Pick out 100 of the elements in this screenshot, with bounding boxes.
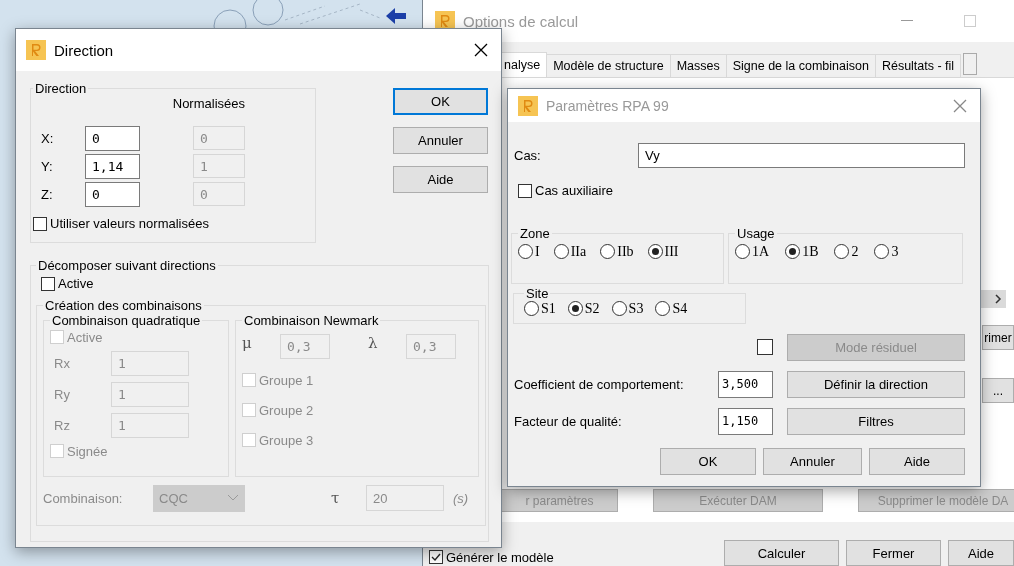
radio-button[interactable] bbox=[735, 244, 750, 259]
tab[interactable]: Résultats - fil bbox=[874, 54, 962, 77]
radio-label: IIb bbox=[617, 243, 634, 260]
dialog-button[interactable]: Définir la direction bbox=[787, 370, 965, 398]
radio-button[interactable] bbox=[647, 244, 663, 259]
value-field[interactable]: 3,500 bbox=[718, 370, 773, 398]
close-icon[interactable] bbox=[473, 42, 489, 58]
group-title: Création des combinaisons bbox=[44, 297, 203, 313]
side-button[interactable]: rimer bbox=[982, 325, 1014, 350]
radio-label: 1B bbox=[802, 243, 819, 260]
checkbox[interactable] bbox=[429, 550, 443, 564]
dialog-button[interactable]: Aide bbox=[393, 166, 488, 193]
dialog-button[interactable]: Annuler bbox=[763, 447, 862, 475]
radio-label: S3 bbox=[628, 300, 644, 317]
radio-label: S2 bbox=[584, 300, 600, 317]
group-title: Zone bbox=[519, 225, 551, 241]
combination-label: Combinaison: bbox=[43, 490, 124, 506]
parameter-symbol: τ bbox=[331, 489, 341, 507]
radio-button[interactable] bbox=[553, 244, 569, 259]
radio-label: S4 bbox=[672, 300, 688, 317]
window-title: Paramètres RPA 99 bbox=[546, 97, 669, 114]
radio-button[interactable] bbox=[611, 301, 627, 316]
dialog-button[interactable]: OK bbox=[660, 447, 756, 475]
radio-label: 2 bbox=[851, 243, 859, 260]
radio-button[interactable] bbox=[567, 301, 583, 316]
minimize-icon[interactable] bbox=[901, 20, 913, 22]
radio-button[interactable] bbox=[834, 244, 850, 259]
parameter-symbol: μ bbox=[242, 333, 253, 352]
chevron-right-icon bbox=[994, 294, 1002, 304]
factor-field: 1 bbox=[111, 381, 189, 407]
checkbox-label: Générer le modèle bbox=[446, 549, 554, 565]
checkbox-label: Active bbox=[67, 329, 103, 345]
input-field[interactable]: 0 bbox=[85, 125, 140, 151]
input-field[interactable]: 0 bbox=[85, 181, 140, 207]
group-title: Combinaison Newmark bbox=[243, 312, 380, 328]
axis-label: X: bbox=[40, 130, 55, 146]
group-title: Combinaison quadratique bbox=[51, 312, 202, 328]
checkbox-label: Groupe 1 bbox=[259, 372, 314, 388]
case-field[interactable]: Vy bbox=[638, 143, 965, 168]
input-field[interactable]: 1,14 bbox=[85, 153, 140, 179]
radio-button[interactable] bbox=[655, 301, 671, 316]
normalized-field: 1 bbox=[193, 154, 245, 178]
dialog-button[interactable]: OK bbox=[393, 88, 488, 115]
parameter-symbol: λ bbox=[368, 333, 379, 352]
group-title: Direction bbox=[34, 81, 88, 96]
factor-label: Rx bbox=[53, 355, 71, 371]
radio-label: I bbox=[535, 243, 540, 260]
parameter-field: 0,3 bbox=[280, 333, 330, 359]
group-title: Usage bbox=[736, 225, 776, 241]
checkbox-label: Active bbox=[58, 276, 94, 291]
normalized-field: 0 bbox=[193, 126, 245, 150]
checkbox-label: Utiliser valeurs normalisées bbox=[50, 216, 209, 231]
factor-field: 1 bbox=[111, 412, 189, 438]
factor-label: Ry bbox=[53, 386, 71, 402]
radio-button[interactable] bbox=[874, 244, 890, 259]
checkbox[interactable] bbox=[41, 276, 55, 291]
action-button[interactable]: Fermer bbox=[846, 540, 941, 566]
radio-button[interactable] bbox=[518, 244, 533, 259]
select-value: CQC bbox=[159, 490, 188, 506]
dialog-button[interactable]: Filtres bbox=[787, 407, 965, 435]
checkbox-label: Groupe 2 bbox=[259, 402, 314, 418]
chevron-down-icon bbox=[227, 494, 239, 502]
field-label: Cas: bbox=[514, 148, 542, 163]
tau-field: 20 bbox=[366, 485, 444, 511]
radio-label: IIa bbox=[570, 243, 587, 260]
dialog-button[interactable]: Annuler bbox=[393, 127, 488, 154]
action-button[interactable]: Aide bbox=[948, 540, 1014, 566]
field-label: Coefficient de comportement: bbox=[514, 376, 685, 392]
checkbox[interactable] bbox=[518, 183, 532, 198]
app-logo-icon bbox=[518, 95, 538, 116]
field-label: Facteur de qualité: bbox=[514, 413, 623, 429]
factor-field: 1 bbox=[111, 350, 189, 376]
radio-label: 1A bbox=[752, 243, 770, 260]
radio-button[interactable] bbox=[524, 301, 539, 316]
window-title: Options de calcul bbox=[463, 12, 579, 30]
checkbox-label: Cas auxiliaire bbox=[535, 183, 614, 198]
action-button[interactable]: Calculer bbox=[724, 540, 839, 566]
radio-label: III bbox=[664, 243, 679, 260]
normalized-field: 0 bbox=[193, 182, 245, 206]
dialog-button[interactable]: Aide bbox=[869, 447, 965, 475]
checkbox-label: Groupe 3 bbox=[259, 432, 314, 448]
radio-label: S1 bbox=[541, 300, 556, 317]
window-title: Direction bbox=[54, 41, 114, 59]
axis-label: Y: bbox=[40, 158, 54, 174]
app-logo-icon bbox=[435, 11, 455, 31]
column-header: Normalisées bbox=[172, 96, 246, 111]
value-field[interactable]: 1,150 bbox=[718, 407, 773, 435]
radio-button[interactable] bbox=[785, 244, 801, 259]
checkbox-label: Signée bbox=[67, 443, 108, 459]
unit-label: (s) bbox=[453, 490, 469, 506]
parameter-field: 0,3 bbox=[406, 333, 456, 359]
factor-label: Rz bbox=[53, 417, 71, 433]
group-title: Site bbox=[525, 285, 550, 301]
radio-button[interactable] bbox=[600, 244, 616, 259]
group-title: Décomposer suivant directions bbox=[37, 258, 217, 273]
checkbox[interactable] bbox=[33, 216, 47, 231]
side-button[interactable]: ... bbox=[982, 378, 1014, 403]
arrow-left-icon bbox=[386, 8, 406, 24]
radio-label: 3 bbox=[891, 243, 899, 260]
axis-label: Z: bbox=[40, 186, 54, 202]
